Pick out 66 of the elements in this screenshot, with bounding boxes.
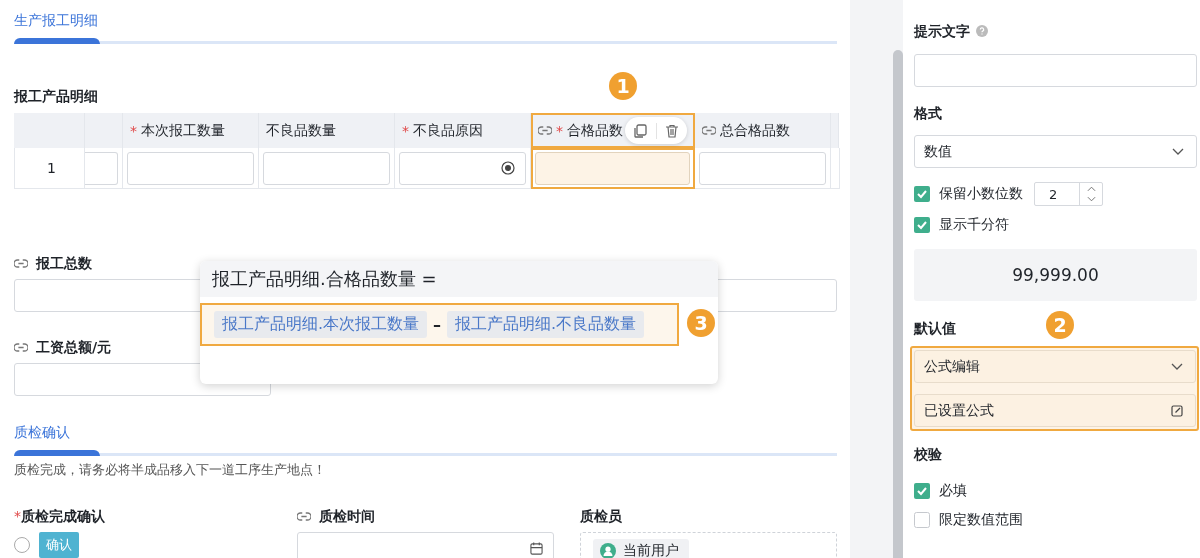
user-chip[interactable]: 当前用户 xyxy=(593,539,689,558)
user-field[interactable]: 当前用户 xyxy=(580,532,837,558)
formula-expression[interactable]: 报工产品明细.本次报工数量 – 报工产品明细.不良品数量 xyxy=(200,303,679,346)
mode-select[interactable]: 公式编辑 xyxy=(914,350,1196,383)
copy-icon[interactable] xyxy=(633,123,648,138)
help-icon[interactable] xyxy=(976,25,988,37)
checkbox-label: 限定数值范围 xyxy=(939,511,1023,529)
checkbox[interactable] xyxy=(914,483,930,499)
link-icon xyxy=(538,126,552,135)
required-mark: * xyxy=(130,122,137,139)
scrollbar[interactable] xyxy=(893,50,903,558)
input-field[interactable] xyxy=(263,151,390,185)
checkbox[interactable] xyxy=(914,217,930,233)
input-field[interactable] xyxy=(127,151,254,185)
property-label: 格式 xyxy=(914,104,942,122)
column-label: 总合格品数 xyxy=(720,121,790,140)
confirm-tag: 确认 xyxy=(39,532,79,558)
checkbox[interactable] xyxy=(914,186,930,202)
required-mark: * xyxy=(14,508,21,524)
column-label: 本次报工数量 xyxy=(141,121,225,140)
field-label: 质检完成确认 xyxy=(21,508,105,524)
checkbox-label: 必填 xyxy=(939,482,967,500)
column-label: 不良品数量 xyxy=(266,121,336,140)
calendar-icon xyxy=(530,542,543,555)
field-label: 报工总数 xyxy=(36,255,92,271)
callout-badge: 1 xyxy=(609,72,637,100)
date-field[interactable] xyxy=(297,532,554,558)
section-title: 生产报工明细 xyxy=(14,11,99,30)
number-stepper[interactable]: 2 xyxy=(1034,182,1103,206)
field-label: 质检时间 xyxy=(319,508,375,524)
callout-badge: 2 xyxy=(1046,311,1074,339)
edit-icon xyxy=(1171,404,1183,417)
input-field[interactable] xyxy=(699,151,826,185)
hint-input[interactable] xyxy=(914,54,1197,87)
format-preview: 99,999.00 xyxy=(914,249,1197,301)
format-select[interactable]: 数值 xyxy=(914,135,1197,168)
trash-icon[interactable] xyxy=(664,123,679,138)
link-icon xyxy=(702,126,716,135)
property-label: 校验 xyxy=(914,445,942,463)
field-token[interactable]: 报工产品明细.不良品数量 xyxy=(447,311,645,338)
property-label: 默认值 xyxy=(914,319,956,337)
formula-button[interactable]: 已设置公式 xyxy=(914,394,1196,427)
operator: – xyxy=(433,315,442,334)
row-number: 1 xyxy=(47,160,56,176)
column-label: 合格品数 xyxy=(567,121,623,140)
subtable-title: 报工产品明细 xyxy=(14,88,99,104)
chevron-down-icon xyxy=(1171,363,1183,370)
required-mark: * xyxy=(402,122,409,139)
field-label: 工资总额/元 xyxy=(36,339,112,355)
section-title: 质检确认 xyxy=(14,423,71,442)
chevron-down-icon xyxy=(1172,148,1184,155)
user-avatar-icon xyxy=(600,543,616,558)
checkbox-label: 保留小数位数 xyxy=(939,185,1023,203)
target-icon xyxy=(501,161,515,175)
required-mark: * xyxy=(556,122,563,139)
column-label: 不良品原因 xyxy=(413,121,483,140)
property-label: 提示文字 xyxy=(914,22,970,40)
input-field[interactable] xyxy=(85,151,118,185)
input-field[interactable] xyxy=(535,151,690,185)
picker-field[interactable] xyxy=(399,151,526,185)
field-label: 质检员 xyxy=(580,508,622,524)
section-note: 质检完成，请务必将半成品移入下一道工序生产地点！ xyxy=(14,461,327,479)
checkbox[interactable] xyxy=(914,512,930,528)
field-token[interactable]: 报工产品明细.本次报工数量 xyxy=(214,311,428,338)
formula-target: 报工产品明细.合格品数量 = xyxy=(200,261,718,297)
checkbox-label: 显示千分符 xyxy=(939,216,1009,234)
